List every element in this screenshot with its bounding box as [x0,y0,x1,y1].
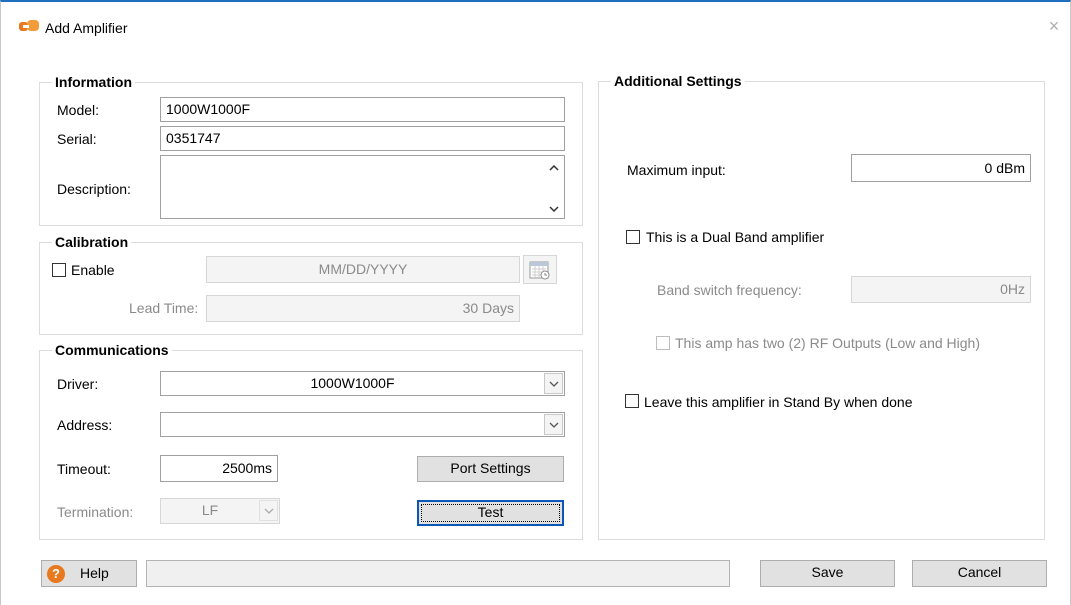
close-icon[interactable]: × [1046,17,1062,35]
address-dropdown-button[interactable] [544,414,563,435]
lead-time-label: Lead Time: [129,300,199,316]
address-label: Address: [57,417,113,433]
description-field[interactable] [160,155,565,219]
calibration-date-field: MM/DD/YYYY [206,256,520,283]
calibration-enable-checkbox[interactable] [52,263,66,277]
termination-value: LF [201,502,219,518]
help-icon: ? [47,565,65,583]
chevron-down-icon [549,422,558,428]
chevron-down-icon [264,508,273,514]
help-button[interactable]: ? Help [41,560,137,587]
calibration-title: Calibration [52,234,132,250]
driver-value: 1000W1000F [310,375,395,391]
test-button[interactable]: Test [417,500,564,526]
model-field[interactable]: 1000W1000F [160,97,565,122]
dual-band-checkbox[interactable] [626,230,640,244]
app-logo-icon [19,19,39,31]
serial-field[interactable]: 0351747 [160,126,565,151]
help-label: Help [80,565,109,581]
serial-label: Serial: [57,131,97,147]
calibration-enable-label[interactable]: Enable [71,262,115,278]
termination-dropdown-button [259,500,278,521]
chevron-down-icon [549,381,558,387]
description-label: Description: [57,181,131,197]
standby-checkbox[interactable] [625,394,639,408]
standby-label[interactable]: Leave this amplifier in Stand By when do… [644,394,913,410]
two-rf-outputs-checkbox [656,336,670,350]
driver-label: Driver: [57,376,99,392]
dual-band-label[interactable]: This is a Dual Band amplifier [646,229,824,245]
termination-label: Termination: [57,504,134,520]
port-settings-button[interactable]: Port Settings [417,456,564,482]
driver-dropdown-button[interactable] [544,373,563,394]
band-switch-frequency-label: Band switch frequency: [657,282,802,298]
description-scrollbar[interactable] [545,157,563,217]
calendar-button [523,255,557,284]
focus-rectangle [421,504,560,522]
save-button[interactable]: Save [760,560,895,587]
scroll-up-icon[interactable] [549,165,559,171]
cancel-button[interactable]: Cancel [912,560,1047,587]
status-bar [146,560,730,587]
driver-select[interactable]: 1000W1000F [160,371,565,396]
communications-title: Communications [52,342,172,358]
model-label: Model: [57,102,100,118]
maximum-input-label: Maximum input: [627,162,726,178]
title-bar: Add Amplifier × [1,2,1070,36]
termination-select: LF [160,498,280,524]
address-select[interactable] [160,412,565,437]
timeout-field[interactable]: 2500ms [160,455,278,482]
timeout-label: Timeout: [57,461,111,477]
two-rf-outputs-label: This amp has two (2) RF Outputs (Low and… [675,335,981,351]
window-title: Add Amplifier [45,20,128,36]
information-title: Information [52,74,135,90]
additional-settings-title: Additional Settings [611,73,745,89]
calendar-icon [529,261,550,280]
maximum-input-field[interactable]: 0 dBm [851,154,1031,182]
add-amplifier-dialog: Add Amplifier × Information Model: 1000W… [0,0,1071,605]
lead-time-field: 30 Days [206,295,520,322]
additional-settings-group: Additional Settings [598,73,1045,540]
scroll-down-icon[interactable] [549,206,559,212]
band-switch-frequency-field: 0Hz [851,276,1031,303]
